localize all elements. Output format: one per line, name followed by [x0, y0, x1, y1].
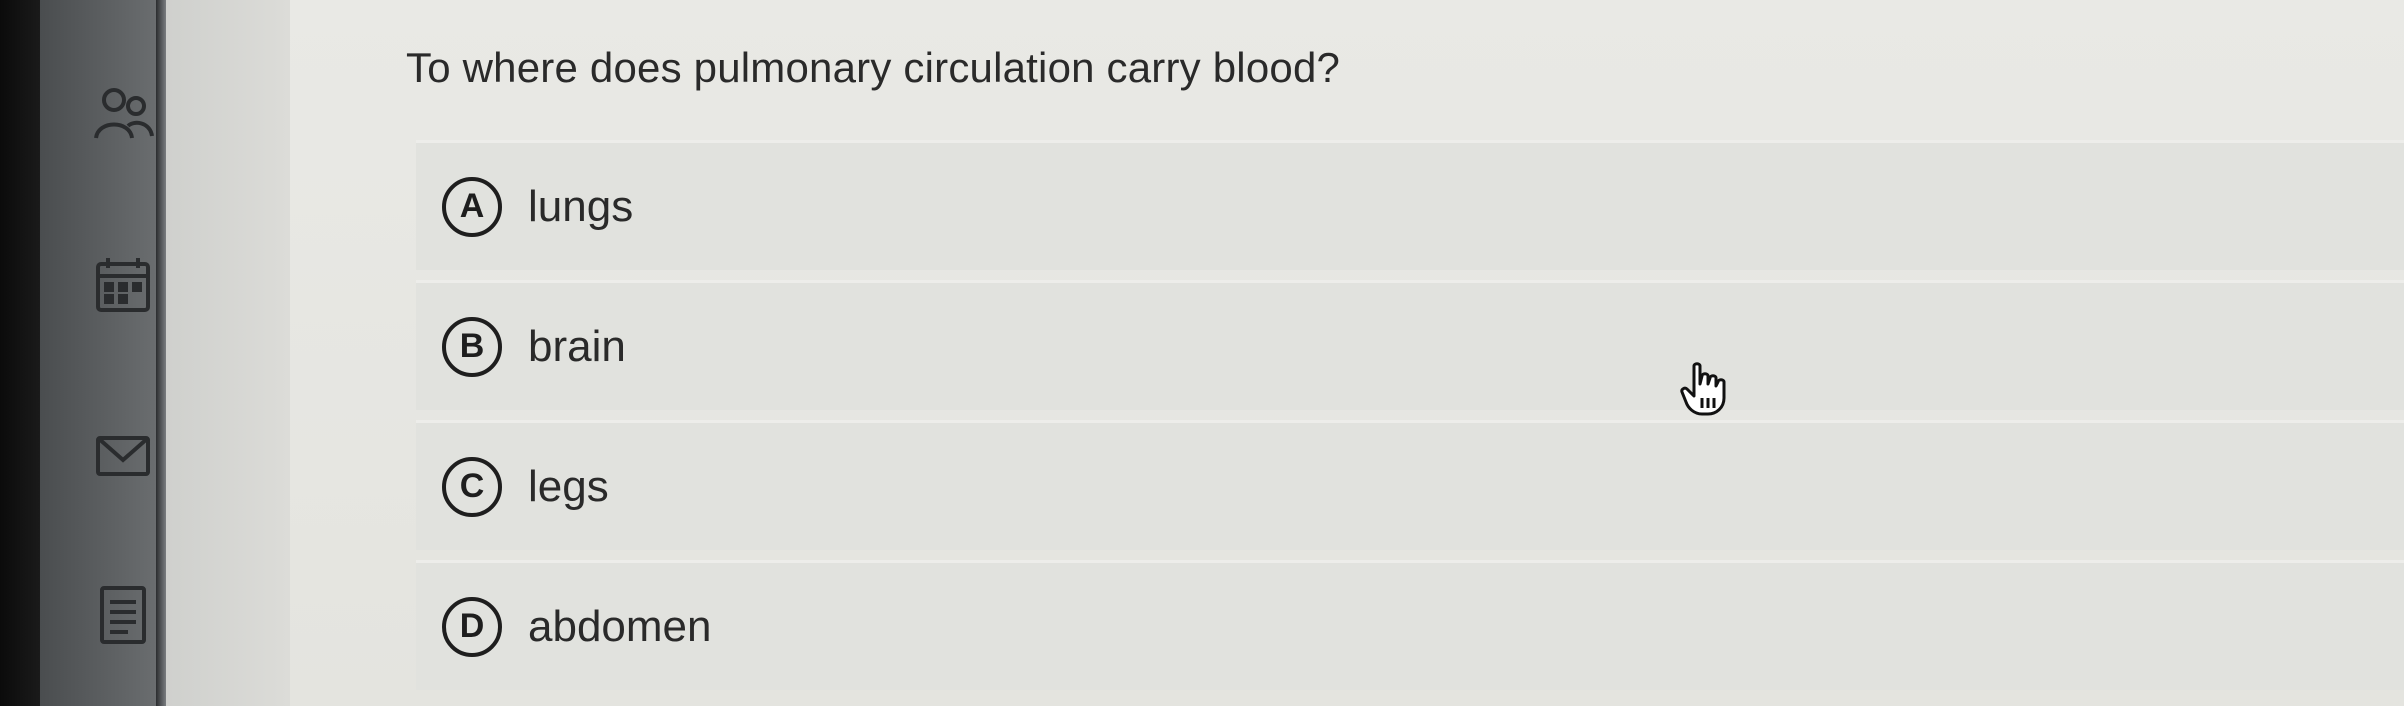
sidebar — [40, 0, 156, 706]
option-letter-badge: A — [442, 176, 502, 237]
option-letter-badge: C — [442, 456, 502, 517]
option-letter-badge: B — [442, 316, 502, 377]
option-label: lungs — [528, 181, 634, 231]
answer-option-d[interactable]: D abdomen — [416, 560, 2404, 690]
app-window: To where does pulmonary circulation carr… — [0, 0, 2404, 706]
screen-bezel — [0, 0, 40, 706]
question-panel: To where does pulmonary circulation carr… — [290, 0, 2404, 706]
option-label: legs — [528, 461, 609, 511]
answer-options: A lungs B brain C legs D abdomen — [416, 140, 2404, 700]
sidebar-divider — [156, 0, 166, 706]
answer-option-a[interactable]: A lungs — [416, 140, 2404, 270]
document-icon[interactable] — [88, 580, 158, 650]
people-icon[interactable] — [88, 80, 158, 150]
mail-icon[interactable] — [88, 420, 158, 490]
answer-option-c[interactable]: C legs — [416, 420, 2404, 550]
option-label: brain — [528, 321, 626, 371]
scroll-gutter — [166, 0, 416, 706]
answer-option-b[interactable]: B brain — [416, 280, 2404, 410]
calendar-icon[interactable] — [88, 250, 158, 320]
hand-pointer-icon — [1680, 362, 1728, 416]
question-text: To where does pulmonary circulation carr… — [406, 44, 1341, 91]
option-letter-badge: D — [442, 596, 502, 657]
option-label: abdomen — [528, 601, 712, 651]
